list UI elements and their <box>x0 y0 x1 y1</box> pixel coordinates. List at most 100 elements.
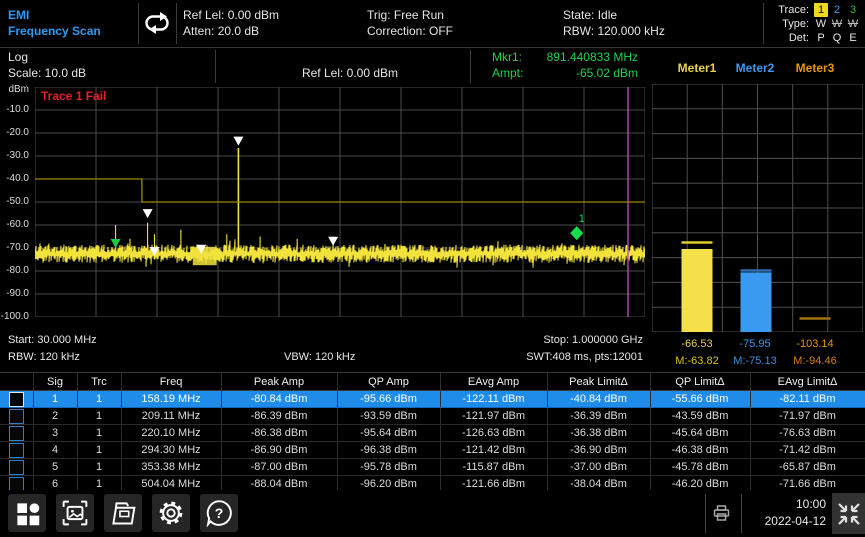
signal-table-row[interactable]: 51353.38 MHz-87.00 dBm-95.78 dBm-115.87 … <box>0 459 865 476</box>
collapse-arrows-icon <box>837 502 861 526</box>
signal-table-cell: -86.38 dBm <box>221 425 337 442</box>
trace-panel-row: Trace:123 <box>769 3 860 17</box>
y-axis-tick-label: -40.0 <box>6 173 29 184</box>
signal-table: SigTrcFreqPeak AmpQP AmpEAvg AmpPeak Lim… <box>0 373 865 491</box>
trace-panel-cell[interactable]: 2 <box>830 3 844 17</box>
trace-fail-status: Trace 1 Fail <box>41 89 106 103</box>
meter-label[interactable]: Meter3 <box>796 61 835 75</box>
ref-level: Ref Lel: 0.00 dBm <box>183 7 279 23</box>
trace-panel-cell[interactable]: W <box>830 17 844 31</box>
signal-table-cell: -122.11 dBm <box>440 391 547 408</box>
trace-panel-row: Type:WWW <box>769 17 860 31</box>
y-axis-tick-label: dBm <box>8 84 29 95</box>
signal-checkbox[interactable] <box>9 409 24 424</box>
sweep-info-row: Start: 30.000 MHz RBW: 120 kHz VBW: 120 … <box>0 332 865 372</box>
signal-table-cell: 6 <box>33 476 77 492</box>
trace-panel[interactable]: Trace:123Type:WWWDet:PQE <box>769 3 860 45</box>
table-column-header: Peak Amp <box>221 373 337 391</box>
signal-table-cell: 220.10 MHz <box>121 425 221 442</box>
continuous-sweep-icon[interactable] <box>141 11 175 37</box>
signal-table-cell: -80.84 dBm <box>221 391 337 408</box>
signal-table-cell: 1 <box>77 408 121 425</box>
trace-panel-cell[interactable]: P <box>814 31 828 45</box>
scale-group[interactable]: Log Scale: 10.0 dB <box>8 49 86 81</box>
signal-table-cell: -76.63 dBm <box>750 425 865 442</box>
vbw-readout: VBW: 120 kHz <box>284 351 355 363</box>
signal-table-row[interactable]: 31220.10 MHz-86.38 dBm-95.64 dBm-126.63 … <box>0 425 865 442</box>
top-status-bar: EMI Frequency Scan Ref Lel: 0.00 dBm Att… <box>0 0 865 48</box>
apps-menu-button[interactable] <box>8 494 46 532</box>
meter-label[interactable]: Meter2 <box>736 61 775 75</box>
trace-panel-cell[interactable]: W <box>846 17 860 31</box>
table-column-header: EAvg Amp <box>440 373 547 391</box>
signal-table-cell: -45.64 dBm <box>650 425 750 442</box>
trace-panel-cell[interactable]: 3 <box>846 3 860 17</box>
app-title: EMI Frequency Scan <box>8 7 101 39</box>
spectrum-plot[interactable]: 1 Trace 1 Fail <box>35 87 645 317</box>
signal-table-container[interactable]: SigTrcFreqPeak AmpQP AmpEAvg AmpPeak Lim… <box>0 372 865 491</box>
table-column-header: Trc <box>77 373 121 391</box>
start-frequency: Start: 30.000 MHz <box>8 334 97 346</box>
save-file-button[interactable] <box>104 494 142 532</box>
table-column-header: Peak LimitΔ <box>547 373 650 391</box>
collapse-fullscreen-button[interactable] <box>832 493 865 534</box>
settings-button[interactable] <box>152 494 190 532</box>
state: State: Idle <box>563 7 665 23</box>
trace-panel-cell[interactable]: E <box>846 31 860 45</box>
signal-table-cell: 1 <box>77 442 121 459</box>
marker-amplitude: -65.02 dBm <box>576 65 638 81</box>
y-axis-tick-label: -30.0 <box>6 150 29 161</box>
signal-table-cell: -87.00 dBm <box>221 459 337 476</box>
signal-table-row[interactable]: 41294.30 MHz-86.90 dBm-96.38 dBm-121.42 … <box>0 442 865 459</box>
signal-table-row[interactable]: 61504.04 MHz-88.04 dBm-96.20 dBm-121.66 … <box>0 476 865 492</box>
sweep-time: SWT:408 ms, pts:12001 <box>526 351 643 363</box>
signal-table-cell: -46.38 dBm <box>650 442 750 459</box>
signal-table-row[interactable]: 11158.19 MHz-80.84 dBm-95.66 dBm-122.11 … <box>0 391 865 408</box>
meter-max-value: M:-63.82 <box>675 355 718 367</box>
signal-table-cell: -121.66 dBm <box>440 476 547 492</box>
app-title-line2: Frequency Scan <box>8 23 101 39</box>
trace-panel-cell[interactable]: 1 <box>814 3 828 17</box>
stop-frequency: Stop: 1.000000 GHz <box>543 334 643 346</box>
help-button[interactable]: ? <box>200 494 238 532</box>
scale-type: Log <box>8 49 86 65</box>
signal-table-cell: -36.38 dBm <box>547 425 650 442</box>
signal-table-cell: -45.78 dBm <box>650 459 750 476</box>
signal-checkbox[interactable] <box>9 426 24 441</box>
signal-table-cell: -96.38 dBm <box>337 442 440 459</box>
y-axis-tick-label: -70.0 <box>6 242 29 253</box>
state-group[interactable]: State: Idle RBW: 120.000 kHz <box>563 7 665 39</box>
signal-checkbox[interactable] <box>9 392 24 407</box>
signal-table-cell: 1 <box>77 425 121 442</box>
signal-table-cell: -115.87 dBm <box>440 459 547 476</box>
signal-table-cell: -37.00 dBm <box>547 459 650 476</box>
rbw: RBW: 120.000 kHz <box>563 23 665 39</box>
y-axis-tick-label: -20.0 <box>6 127 29 138</box>
signal-table-cell: -86.90 dBm <box>221 442 337 459</box>
ref-level-display[interactable]: Ref Lel: 0.00 dBm <box>230 65 470 81</box>
trace-panel-row-label: Type: <box>769 17 809 31</box>
meter-label[interactable]: Meter1 <box>678 61 717 75</box>
clock: 10:00 2022-04-12 <box>740 496 826 530</box>
svg-text:1: 1 <box>579 213 585 225</box>
y-axis-tick-label: -50.0 <box>6 196 29 207</box>
table-column-header: QP Amp <box>337 373 440 391</box>
app-title-line1: EMI <box>8 7 101 23</box>
y-axis-labels: dBm-10.0-20.0-30.0-40.0-50.0-60.0-70.0-8… <box>0 87 31 319</box>
y-axis-tick-label: -80.0 <box>6 265 29 276</box>
amplitude-group[interactable]: Ref Lel: 0.00 dBm Atten: 20.0 dB <box>183 7 279 39</box>
signal-checkbox[interactable] <box>9 443 24 458</box>
signal-checkbox[interactable] <box>9 460 24 475</box>
screenshot-button[interactable] <box>56 494 94 532</box>
trigger-group[interactable]: Trig: Free Run Correction: OFF <box>367 7 453 39</box>
trace-panel-cell[interactable]: W <box>814 17 828 31</box>
marker-readout[interactable]: Mkr1: 891.440833 MHz Ampt: -65.02 dBm <box>492 49 638 81</box>
meter-value: -66.53 <box>681 338 712 350</box>
signal-table-cell: 4 <box>33 442 77 459</box>
trace-panel-cell[interactable]: Q <box>830 31 844 45</box>
signal-table-cell: -71.97 dBm <box>750 408 865 425</box>
signal-checkbox[interactable] <box>9 477 24 492</box>
signal-table-cell: -96.20 dBm <box>337 476 440 492</box>
signal-table-row[interactable]: 21209.11 MHz-86.39 dBm-93.59 dBm-121.97 … <box>0 408 865 425</box>
bottom-toolbar: ? 10:00 2022-04-12 <box>0 490 865 537</box>
